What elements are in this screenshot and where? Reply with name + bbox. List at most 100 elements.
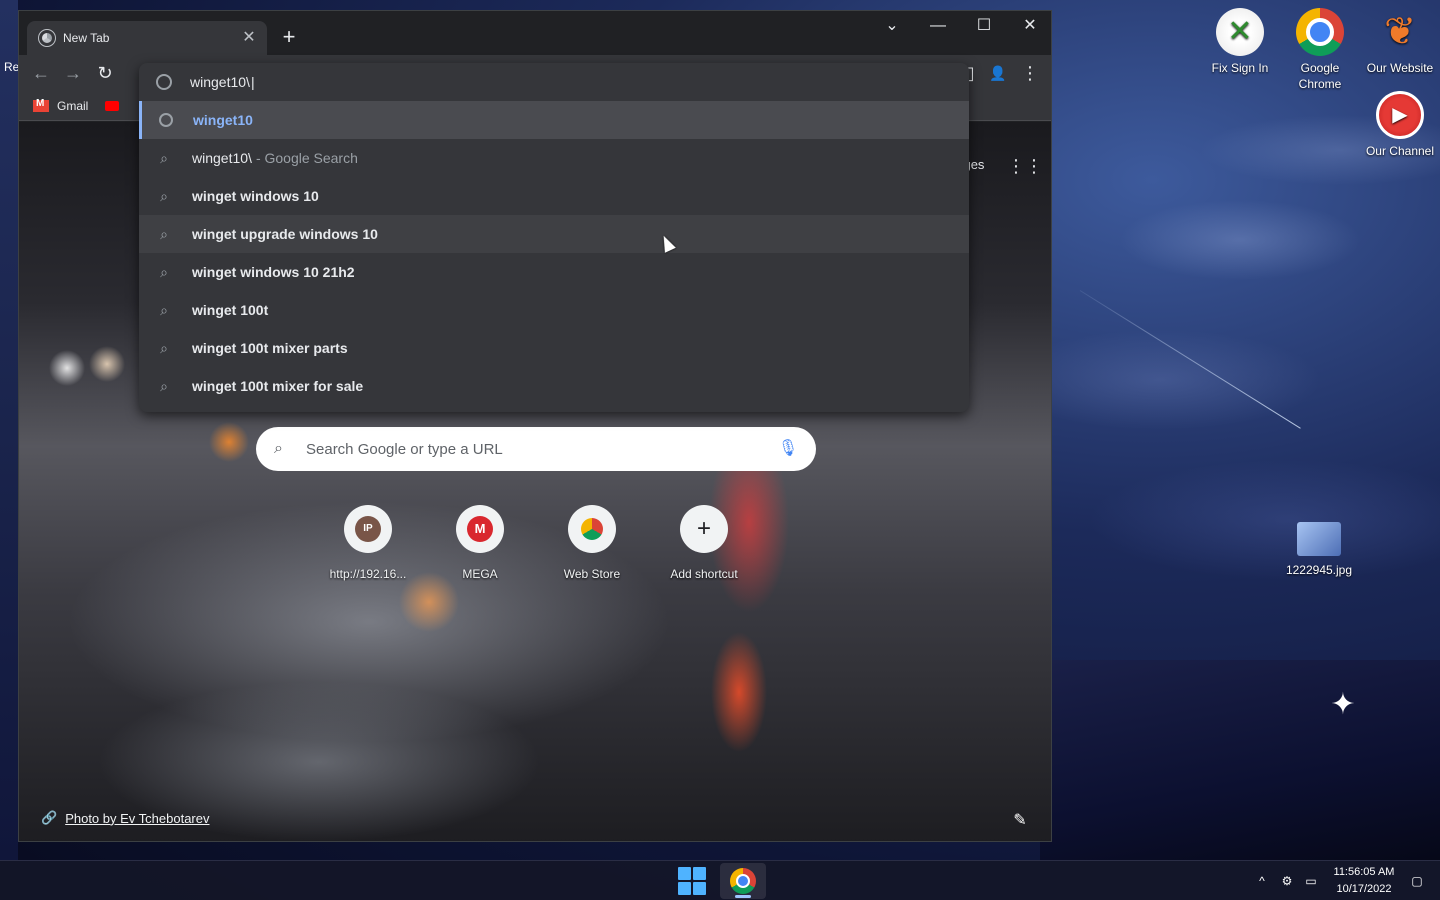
suggestion-3[interactable]: ⌕ winget upgrade windows 10 (139, 215, 969, 253)
desktop-icon-fix-sign-in[interactable]: ✕ Fix Sign In (1200, 8, 1280, 76)
tab-new-tab[interactable]: New Tab ✕ (27, 21, 267, 55)
omnibox-dropdown: winget10\ winget10 ⌕ winget10\ - Google … (139, 63, 969, 412)
suggestion-text: winget 100t mixer parts (192, 340, 348, 356)
chrome-icon (1296, 8, 1344, 56)
suggestion-5[interactable]: ⌕ winget 100t (139, 291, 969, 329)
suggestion-hint: - Google Search (255, 150, 358, 166)
desktop-icon-our-channel[interactable]: ▶ Our Channel (1360, 91, 1440, 159)
suggestion-0[interactable]: winget10 (139, 101, 969, 139)
customize-pencil-icon[interactable]: ✎ (1009, 810, 1031, 832)
link-icon: 🔗 (41, 810, 58, 825)
minimize-button[interactable]: — (915, 11, 961, 43)
ip-icon: IP (355, 516, 381, 542)
search-icon: ⌕ (274, 440, 283, 457)
image-file-icon (1297, 522, 1341, 556)
shortcut-label: http://192.16... (329, 567, 407, 581)
desktop-icon-label: Our Channel (1365, 144, 1435, 158)
clock-time: 11:56:05 AM (1333, 866, 1395, 878)
clock-date: 10/17/2022 (1336, 883, 1392, 895)
shortcut-label: Web Store (563, 567, 621, 581)
network-icon[interactable]: ⚙ (1278, 872, 1296, 890)
new-tab-button[interactable]: + (275, 23, 303, 51)
desktop-icon-image-file[interactable]: 1222945.jpg (1279, 522, 1359, 578)
suggestion-7[interactable]: ⌕ winget 100t mixer for sale (139, 367, 969, 405)
globe-icon (156, 74, 172, 90)
taskbar-clock[interactable]: 11:56:05 AM 10/17/2022 (1326, 864, 1402, 898)
suggestion-text: winget upgrade windows 10 (192, 226, 378, 242)
desktop-icon-label: Our Website (1366, 61, 1434, 75)
search-placeholder: Search Google or type a URL (306, 440, 503, 458)
reload-icon[interactable]: ↻ (91, 59, 119, 87)
shortcut-mega[interactable]: M MEGA (424, 505, 536, 581)
search-icon: ⌕ (160, 187, 168, 204)
address-bar[interactable]: winget10\ (139, 63, 969, 101)
globe-icon (159, 113, 173, 127)
search-icon: ⌕ (160, 263, 168, 280)
address-input-value[interactable]: winget10\ (190, 74, 255, 90)
profile-icon[interactable]: 👤 (984, 59, 1012, 87)
taskbar-chrome-button[interactable] (720, 863, 766, 899)
shortcut-tile-web-store (568, 505, 616, 553)
wallpaper-ground (1040, 660, 1440, 860)
wallpaper-sparkle: ✦ (1330, 688, 1356, 721)
shortcut-label: MEGA (462, 567, 498, 581)
suggestion-text: winget 100t mixer for sale (192, 378, 364, 394)
search-icon: ⌕ (160, 301, 168, 318)
desktop-icon-label: Google Chrome (1298, 61, 1342, 91)
desktop-icon-google-chrome[interactable]: Google Chrome (1280, 8, 1360, 92)
suggestion-1[interactable]: ⌕ winget10\ - Google Search (139, 139, 969, 177)
shortcut-add[interactable]: + Add shortcut (648, 505, 760, 581)
tray-overflow-chevron-icon[interactable]: ^ (1253, 872, 1271, 890)
search-icon: ⌕ (160, 149, 168, 166)
suggestion-text: winget10\ (192, 150, 252, 166)
desktop-icon-label: Fix Sign In (1211, 61, 1269, 75)
bookmark-gmail[interactable]: Gmail (33, 97, 88, 115)
close-tab-icon[interactable]: ✕ (239, 28, 259, 48)
tab-search-chevron-icon[interactable]: ⌄ (869, 11, 915, 43)
desktop-icon-label: 1222945.jpg (1285, 563, 1353, 577)
suggestion-text: winget windows 10 21h2 (192, 264, 355, 280)
notification-icon[interactable]: ▢ (1408, 872, 1426, 890)
suggestion-6[interactable]: ⌕ winget 100t mixer parts (139, 329, 969, 367)
forward-icon[interactable]: → (59, 59, 87, 87)
gmail-icon (33, 98, 49, 112)
website-icon: ❦ (1384, 11, 1416, 53)
chrome-icon (730, 868, 756, 894)
search-icon: ⌕ (160, 339, 168, 356)
chrome-window: New Tab ✕ + ⌄ — ☐ ✕ ← → ↻ ◧ 👤 ⋮ Gmail na… (18, 10, 1052, 842)
tab-title: New Tab (63, 31, 110, 45)
search-icon: ⌕ (160, 377, 168, 394)
mega-icon: M (467, 516, 493, 542)
shortcut-tile-ip: IP (344, 505, 392, 553)
windows-start-icon[interactable] (678, 867, 706, 895)
photo-credit-link[interactable]: Photo by Ev Tchebotarev (65, 811, 209, 826)
microphone-icon[interactable]: 🎙 (776, 437, 800, 461)
youtube-icon: ▶ (1376, 91, 1424, 139)
display-icon[interactable]: ▭ (1302, 872, 1320, 890)
bookmark-youtube[interactable] (105, 97, 119, 115)
back-icon[interactable]: ← (27, 59, 55, 87)
search-icon: ⌕ (160, 225, 168, 242)
plus-icon: + (680, 505, 728, 553)
suggestion-text: winget 100t (192, 302, 269, 318)
xbox-icon: ✕ (1216, 8, 1264, 56)
web-store-icon (581, 518, 603, 540)
ntp-search-box[interactable]: ⌕ Search Google or type a URL 🎙 (256, 427, 816, 471)
google-apps-grid-icon[interactable]: ⋮⋮⋮ (1007, 154, 1051, 178)
suggestion-4[interactable]: ⌕ winget windows 10 21h2 (139, 253, 969, 291)
suggestion-2[interactable]: ⌕ winget windows 10 (139, 177, 969, 215)
close-window-button[interactable]: ✕ (1007, 11, 1051, 43)
suggestion-text: winget windows 10 (192, 188, 319, 204)
photo-credit: 🔗 Photo by Ev Tchebotarev (41, 810, 209, 826)
maximize-button[interactable]: ☐ (961, 11, 1007, 43)
shortcut-ip[interactable]: IP http://192.16... (312, 505, 424, 581)
desktop-left-edge: Re (0, 0, 19, 860)
desktop-icon-our-website[interactable]: ❦ Our Website (1360, 8, 1440, 76)
shortcut-web-store[interactable]: Web Store (536, 505, 648, 581)
suggestion-text: winget10 (193, 112, 253, 128)
bookmark-label: Gmail (57, 99, 89, 113)
menu-kebab-icon[interactable]: ⋮ (1016, 59, 1044, 87)
tab-strip: New Tab ✕ + ⌄ — ☐ ✕ (19, 11, 1051, 55)
active-app-indicator (735, 895, 751, 898)
shortcut-label: Add shortcut (670, 567, 738, 581)
